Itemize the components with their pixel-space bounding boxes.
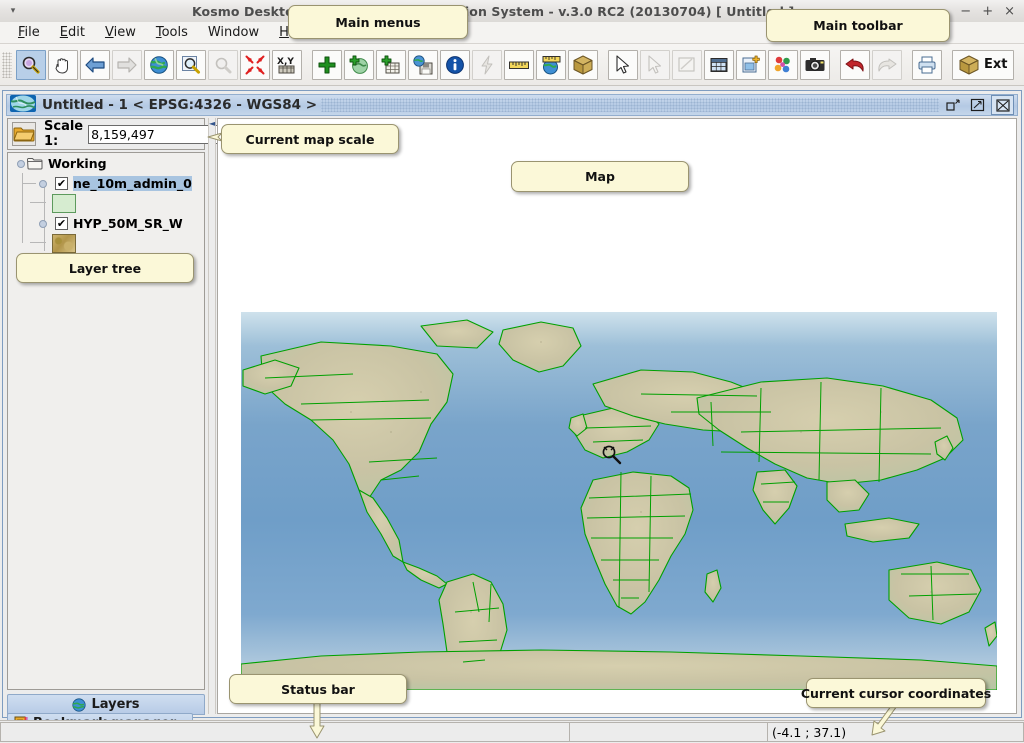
titlebar-texture [321,98,939,112]
collapse-left-arrow-icon[interactable]: ◄ [209,120,217,128]
layer-legend-row [8,193,204,213]
polygon-swatch[interactable] [52,193,76,213]
back-arrow-icon[interactable] [80,49,110,80]
callout-map: Map [511,161,689,192]
edit-geometry-icon [672,49,702,80]
tree-layer-label: HYP_50M_SR_W [73,215,183,231]
window-menu-icon[interactable]: ▾ [0,6,26,16]
extensions-ext-button[interactable]: Ext [952,49,1015,80]
layer-legend-row [8,233,204,253]
redo-icon [872,49,902,80]
add-layer-icon[interactable] [312,49,342,80]
minimize-button[interactable]: − [960,5,971,18]
menu-view[interactable]: View [95,23,146,42]
tree-layer-row[interactable]: ✔ ne_10m_admin_0 [8,173,204,193]
document-titlebar: Untitled - 1 < EPSG:4326 - WGS84 > [6,94,1018,116]
expand-handle-icon[interactable] [16,159,25,168]
folder-icon [27,157,43,170]
select-feature-icon [640,49,670,80]
maximize-button[interactable]: + [982,5,993,18]
new-map-composition-icon[interactable] [736,49,766,80]
layer-visibility-checkbox[interactable]: ✔ [55,176,68,190]
menu-tools[interactable]: Tools [146,23,198,42]
callout-main-toolbar: Main toolbar [766,9,950,42]
goto-xy-coordinate-icon[interactable]: X,Y [272,49,302,80]
close-window-icon[interactable] [991,95,1014,115]
status-message [0,722,570,742]
layer-visibility-checkbox[interactable]: ✔ [55,216,68,230]
toolbar-drag-handle[interactable] [2,51,12,78]
callout-current-map-scale: Current map scale [221,124,399,154]
close-button[interactable]: × [1004,5,1015,18]
tree-node-working[interactable]: Working [8,153,204,173]
flash-feature-icon [472,49,502,80]
world-map-render[interactable] [240,312,998,693]
layer-tree[interactable]: Working ✔ ne_10m_admin_0 ✔ HYP_50M_SR_W [7,152,205,690]
zoom-to-layer-icon[interactable] [240,49,270,80]
forward-arrow-icon [112,49,142,80]
scale-label: Scale 1: [44,119,84,149]
ext-button-label: Ext [984,57,1008,72]
raster-swatch[interactable] [52,233,76,253]
maximize-window-icon[interactable] [967,96,988,114]
add-table-layer-icon[interactable] [376,49,406,80]
document-title: Untitled - 1 < EPSG:4326 - WGS84 > [42,97,318,113]
layer-info-icon[interactable] [440,49,470,80]
screenshot-camera-icon[interactable] [800,49,830,80]
undo-icon[interactable] [840,49,870,80]
measure-geodesic-icon[interactable] [536,49,566,80]
save-layer-icon[interactable] [408,49,438,80]
attribute-table-icon[interactable] [704,49,734,80]
map-panel[interactable] [217,118,1017,714]
scale-toolbar: Scale 1: [7,118,251,150]
callout-status-bar: Status bar [229,674,407,704]
callout-pointer-statusbar [309,700,325,739]
restore-window-icon[interactable] [943,96,964,114]
window-controls: − + × [960,5,1024,18]
menu-edit[interactable]: Edit [50,23,95,42]
tab-layers[interactable]: Layers [7,694,205,715]
symbology-icon[interactable] [768,49,798,80]
zoom-full-extent-globe-icon[interactable] [144,49,174,80]
globe-icon [72,697,87,712]
select-pointer-icon[interactable] [608,49,638,80]
tree-layer-row[interactable]: ✔ HYP_50M_SR_W [8,213,204,233]
menu-file[interactable]: File [8,23,50,42]
magnifier-cursor [601,444,623,469]
zoom-in-tool-icon[interactable] [16,49,46,80]
globe-icon [10,95,36,115]
map-canvas[interactable] [240,312,998,693]
zoom-previous-icon [208,49,238,80]
callout-layer-tree: Layer tree [16,253,194,283]
status-secondary [569,722,768,742]
print-icon[interactable] [912,49,942,80]
pan-hand-tool-icon[interactable] [48,49,78,80]
callout-cursor-coordinates: Current cursor coordinates [801,678,991,708]
expand-handle-icon[interactable] [38,179,47,188]
add-wms-layer-icon[interactable] [344,49,374,80]
tree-node-label: Working [48,155,107,171]
open-folder-icon[interactable] [12,122,36,146]
left-panel: Scale 1: Working ✔ ne_10m_admin_0 [7,118,251,734]
tree-layer-label: ne_10m_admin_0 [73,175,192,191]
callout-main-menus: Main menus [288,5,468,39]
measure-ruler-icon[interactable] [504,49,534,80]
zoom-to-selection-icon[interactable] [176,49,206,80]
panel-splitter[interactable]: ◄ [208,118,216,714]
extensions-box-icon[interactable] [568,49,598,80]
menu-window[interactable]: Window [198,23,269,42]
tab-layers-label: Layers [91,697,140,712]
main-toolbar: X,Y Ext [0,44,1024,86]
expand-handle-icon[interactable] [38,219,47,228]
